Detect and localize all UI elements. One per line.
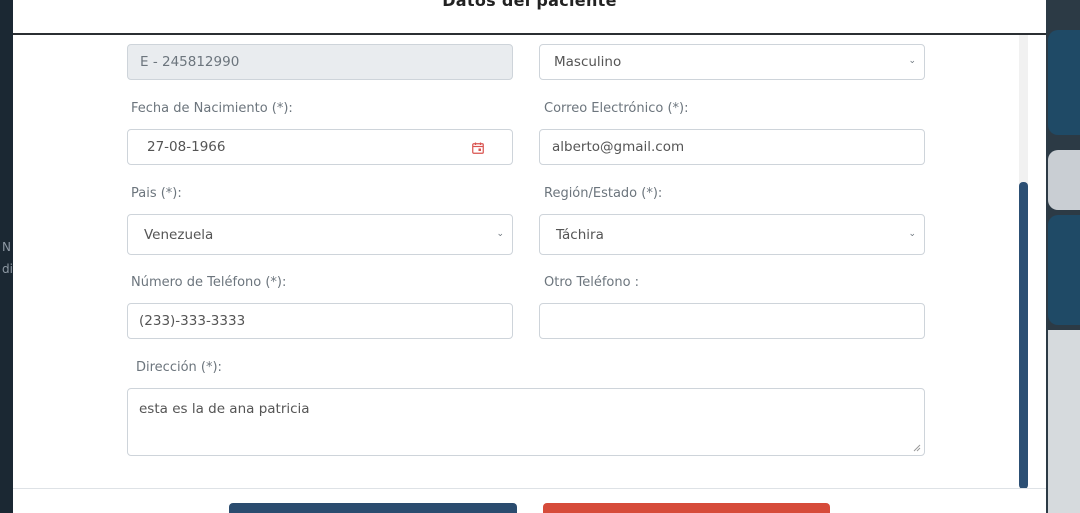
correo-field[interactable]: alberto@gmail.com <box>539 129 925 165</box>
modal-header: Datos del paciente <box>13 0 1046 35</box>
sexo-value: Masculino <box>554 54 622 70</box>
pais-label: Pais (*): <box>131 186 182 201</box>
telefono-label: Número de Teléfono (*): <box>131 275 287 290</box>
chevron-down-icon: ⌄ <box>908 229 916 239</box>
region-value: Táchira <box>556 226 604 243</box>
patient-modal: Datos del paciente E - 245812990 Masculi… <box>13 0 1046 513</box>
backdrop-card <box>1048 150 1080 210</box>
cancel-button[interactable] <box>543 503 830 513</box>
backdrop-left-strip: N di <box>0 0 13 513</box>
backdrop-card <box>1048 215 1080 325</box>
resize-handle-icon[interactable] <box>913 444 921 452</box>
pais-value: Venezuela <box>144 226 214 243</box>
calendar-icon[interactable] <box>472 142 484 154</box>
otro-telefono-field[interactable] <box>539 303 925 339</box>
region-select[interactable]: Táchira ⌄ <box>539 214 925 255</box>
fecha-nacimiento-field[interactable]: 27-08-1966 <box>127 129 513 165</box>
save-button[interactable] <box>229 503 517 513</box>
modal-footer <box>13 488 1046 513</box>
backdrop-card <box>1048 330 1080 513</box>
chevron-down-icon: ⌄ <box>496 229 504 239</box>
region-label: Región/Estado (*): <box>544 186 663 201</box>
fecha-nacimiento-label: Fecha de Nacimiento (*): <box>131 101 293 116</box>
scrollbar-thumb[interactable] <box>1019 182 1028 489</box>
correo-label: Correo Electrónico (*): <box>544 101 689 116</box>
otro-telefono-label: Otro Teléfono : <box>544 275 640 290</box>
cedula-value: E - 245812990 <box>140 54 240 70</box>
fecha-nacimiento-value: 27-08-1966 <box>147 139 226 155</box>
backdrop-text-line: N <box>2 240 11 254</box>
chevron-down-icon: ⌄ <box>908 56 916 66</box>
backdrop-card <box>1048 30 1080 135</box>
telefono-field[interactable]: (233)-333-3333 <box>127 303 513 339</box>
cedula-field: E - 245812990 <box>127 44 513 80</box>
sexo-select[interactable]: Masculino ⌄ <box>539 44 925 80</box>
direccion-label: Dirección (*): <box>136 360 222 375</box>
modal-title: Datos del paciente <box>442 0 617 10</box>
modal-body: E - 245812990 Masculino ⌄ Fecha de Nacim… <box>13 35 1046 487</box>
telefono-value: (233)-333-3333 <box>139 313 246 329</box>
direccion-value: esta es la de ana patricia <box>139 401 310 417</box>
correo-value: alberto@gmail.com <box>552 139 685 155</box>
backdrop-text-line: di <box>2 262 13 276</box>
direccion-textarea[interactable]: esta es la de ana patricia <box>127 388 925 456</box>
pais-select[interactable]: Venezuela ⌄ <box>127 214 513 255</box>
